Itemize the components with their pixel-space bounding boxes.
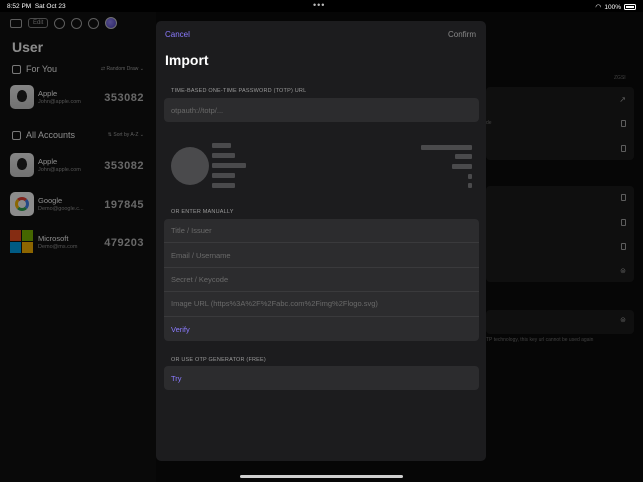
verify-row[interactable]: Verify xyxy=(164,317,479,341)
username-row[interactable] xyxy=(164,243,479,268)
status-bar: 8:52 PM Sat Oct 23 ••• ◠ 100% xyxy=(0,0,643,12)
verify-button[interactable]: Verify xyxy=(171,325,190,334)
google-logo-icon xyxy=(10,192,34,216)
skeleton-line xyxy=(421,145,472,150)
account-name: Apple xyxy=(38,89,58,98)
issuer-input[interactable] xyxy=(164,219,479,243)
account-code: 353082 xyxy=(104,92,144,104)
account-apple[interactable]: Apple John@apple.com 353082 xyxy=(10,153,144,179)
detail-footnote: TP technology, this key url cannot be us… xyxy=(486,337,594,343)
account-email: Demo@ms.com xyxy=(38,244,78,250)
add-icon[interactable] xyxy=(54,17,66,29)
featured-account-apple[interactable]: Apple John@apple.com 353082 xyxy=(10,85,144,111)
try-button[interactable]: Try xyxy=(171,374,182,383)
status-right: ◠ 100% xyxy=(595,3,636,11)
skeleton-line xyxy=(455,154,472,159)
totp-section-label: TIME-BASED ONE-TIME PASSWORD (TOTP) URL xyxy=(171,88,307,94)
sidebar-title: User xyxy=(12,39,44,55)
secret-row[interactable] xyxy=(164,267,479,293)
skeleton-line xyxy=(212,173,235,178)
all-accounts-label: All Accounts xyxy=(26,130,76,140)
open-link-icon[interactable]: ↗ xyxy=(619,95,626,104)
account-name: Microsoft xyxy=(38,234,69,243)
skeleton-line xyxy=(212,143,231,148)
for-you-label: For You xyxy=(26,64,58,74)
battery-percent: 100% xyxy=(604,3,621,11)
skeleton-line xyxy=(452,164,472,169)
lock-icon xyxy=(621,194,626,201)
skeleton-line xyxy=(212,153,235,158)
for-you-section: For You ⇄ Random Draw ⌄ xyxy=(12,64,144,74)
all-accounts-section: All Accounts ⇅ Sort by A-Z ⌄ xyxy=(12,130,144,140)
skeleton-line xyxy=(212,163,246,168)
detail-group-top: ↗ de xyxy=(486,87,634,160)
apple-logo-icon xyxy=(10,153,34,177)
edit-button[interactable]: Edit xyxy=(28,18,49,28)
for-you-icon xyxy=(12,64,21,74)
skeleton-line xyxy=(468,174,472,179)
battery-icon xyxy=(624,4,636,10)
username-input[interactable] xyxy=(164,243,479,267)
manual-entry-group: Verify xyxy=(164,219,479,341)
image-url-row[interactable] xyxy=(164,292,479,317)
modal-title: Import xyxy=(165,52,209,68)
detail-group-bottom: ⊜ xyxy=(486,310,634,334)
preview-avatar-placeholder xyxy=(171,147,209,185)
generator-section-label: OR USE OTP GENERATOR (FREE) xyxy=(171,357,266,363)
account-email: Demo@google.c... xyxy=(38,206,84,212)
sidebar: Edit User For You ⇄ Random Draw ⌄ Apple … xyxy=(0,12,156,482)
account-code: 197845 xyxy=(104,199,144,211)
multitasking-dots-icon[interactable]: ••• xyxy=(313,0,325,10)
skeleton-line xyxy=(212,183,235,188)
image-url-input[interactable] xyxy=(164,292,479,316)
account-name: Google xyxy=(38,196,63,205)
lock-icon xyxy=(621,243,626,250)
try-generator-row[interactable]: Try xyxy=(164,366,479,390)
skeleton-line xyxy=(468,183,472,188)
settings-icon[interactable] xyxy=(88,17,100,29)
sidebar-toggle-icon[interactable] xyxy=(10,18,22,28)
lock-icon xyxy=(621,219,626,226)
manual-section-label: OR ENTER MANUALLY xyxy=(171,209,234,215)
cancel-button[interactable]: Cancel xyxy=(165,30,190,39)
lock-icon xyxy=(621,145,626,152)
microsoft-logo-icon xyxy=(10,230,34,254)
add-circle-icon[interactable] xyxy=(71,17,83,29)
account-code: 479203 xyxy=(104,237,144,249)
visibility-icon[interactable]: ⊜ xyxy=(620,267,626,275)
account-google[interactable]: Google Demo@google.c... 197845 xyxy=(10,192,144,218)
detail-header-fragment: ZGSI xyxy=(614,75,626,81)
all-accounts-icon xyxy=(12,130,21,140)
all-accounts-sort-button[interactable]: ⇅ Sort by A-Z ⌄ xyxy=(108,132,144,138)
totp-url-field[interactable] xyxy=(164,98,479,122)
confirm-button[interactable]: Confirm xyxy=(448,30,476,39)
detail-group-middle: ⊜ xyxy=(486,186,634,282)
lock-icon xyxy=(621,120,626,127)
detail-row-fragment: de xyxy=(486,120,492,126)
totp-url-input[interactable] xyxy=(164,98,479,122)
account-code: 353082 xyxy=(104,160,144,172)
account-name: Apple xyxy=(38,157,58,166)
account-email: John@apple.com xyxy=(38,167,81,173)
visibility-icon[interactable]: ⊜ xyxy=(620,316,626,324)
status-time: 8:52 PM Sat Oct 23 xyxy=(7,3,66,10)
issuer-row[interactable] xyxy=(164,219,479,244)
secret-input[interactable] xyxy=(164,267,479,292)
import-modal: Cancel Confirm Import TIME-BASED ONE-TIM… xyxy=(156,21,486,461)
account-microsoft[interactable]: Microsoft Demo@ms.com 479203 xyxy=(10,230,144,256)
apple-logo-icon xyxy=(10,85,34,109)
for-you-sort-button[interactable]: ⇄ Random Draw ⌄ xyxy=(101,66,144,72)
home-indicator[interactable] xyxy=(240,475,403,478)
wifi-icon: ◠ xyxy=(595,4,602,11)
account-email: John@apple.com xyxy=(38,99,81,105)
sidebar-toolbar: Edit xyxy=(10,17,118,29)
avatar[interactable] xyxy=(105,17,118,29)
